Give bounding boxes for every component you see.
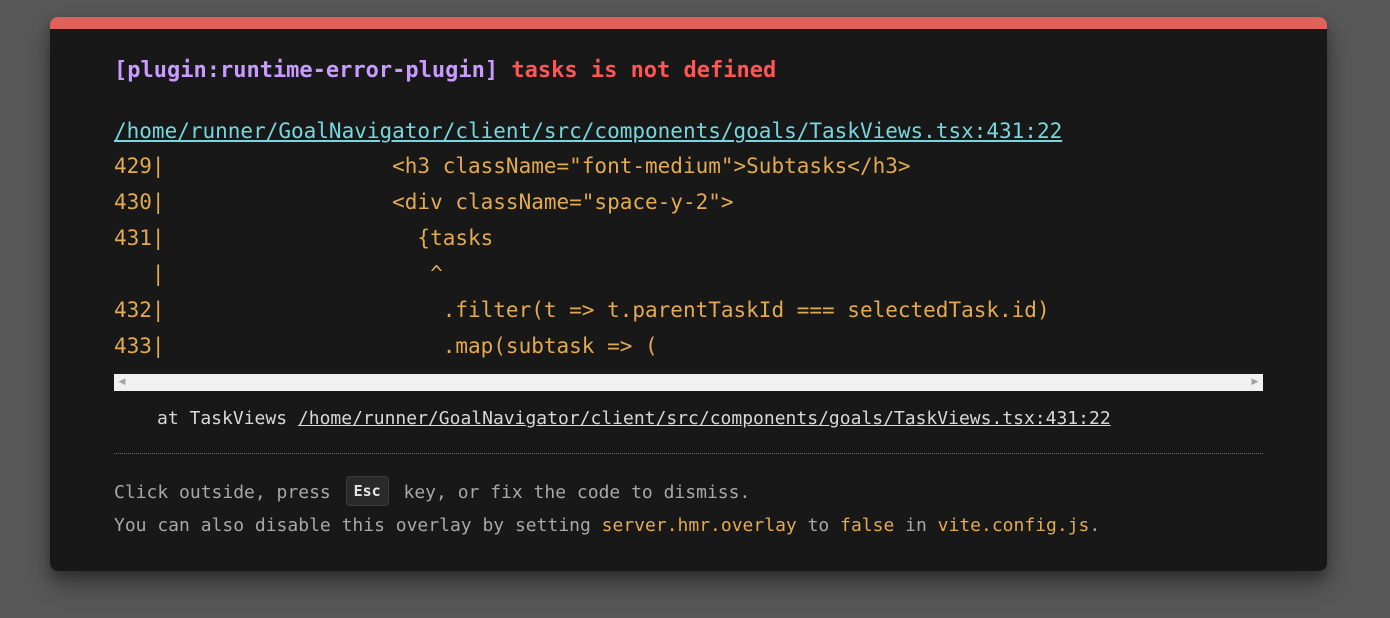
stack-file-link[interactable]: /home/runner/GoalNavigator/client/src/co… bbox=[298, 408, 1111, 429]
dismiss-tip: Click outside, press Esc key, or fix the… bbox=[114, 476, 751, 508]
plugin-name: [plugin:runtime-error-plugin] bbox=[114, 58, 499, 83]
scroll-right-arrow-icon[interactable]: ▶ bbox=[1247, 374, 1263, 391]
code-line-432: 432| .filter(t => t.parentTaskId === sel… bbox=[114, 298, 1050, 322]
config-file: vite.config.js bbox=[937, 515, 1090, 536]
config-key: server.hmr.overlay bbox=[601, 515, 797, 536]
code-line-433: 433| .map(subtask => ( bbox=[114, 334, 658, 358]
stack-trace: at TaskViews /home/runner/GoalNavigator/… bbox=[157, 406, 1111, 432]
code-frame: 429| <h3 className="font-medium">Subtask… bbox=[114, 148, 1263, 393]
code-line-429: 429| <h3 className="font-medium">Subtask… bbox=[114, 154, 911, 178]
disable-tip: You can also disable this overlay by set… bbox=[114, 513, 1100, 539]
config-value: false bbox=[840, 515, 895, 536]
tip-text-5: in bbox=[894, 515, 938, 536]
stack-prefix: at TaskViews bbox=[157, 408, 298, 429]
code-line-430: 430| <div className="space-y-2"> bbox=[114, 190, 734, 214]
tip-text-6: . bbox=[1089, 515, 1101, 536]
tip-text-1: Click outside, press bbox=[114, 482, 342, 503]
code-line-431: 431| {tasks bbox=[114, 226, 494, 250]
scroll-left-arrow-icon[interactable]: ◀ bbox=[114, 374, 130, 391]
tip-text-2: key, or fix the code to dismiss. bbox=[392, 482, 751, 503]
error-text: tasks is not defined bbox=[511, 58, 777, 83]
error-overlay: [plugin:runtime-error-plugin] tasks is n… bbox=[50, 17, 1327, 571]
esc-key: Esc bbox=[345, 476, 389, 506]
error-message: [plugin:runtime-error-plugin] tasks is n… bbox=[114, 56, 776, 86]
tip-text-4: to bbox=[796, 515, 841, 536]
code-line-caret: | ^ bbox=[114, 262, 443, 286]
tip-text-3: You can also disable this overlay by set… bbox=[114, 515, 602, 536]
code-frame-scrollbar[interactable]: ◀ ▶ bbox=[114, 374, 1263, 391]
error-file-link[interactable]: /home/runner/GoalNavigator/client/src/co… bbox=[114, 116, 1062, 146]
divider bbox=[114, 453, 1263, 454]
